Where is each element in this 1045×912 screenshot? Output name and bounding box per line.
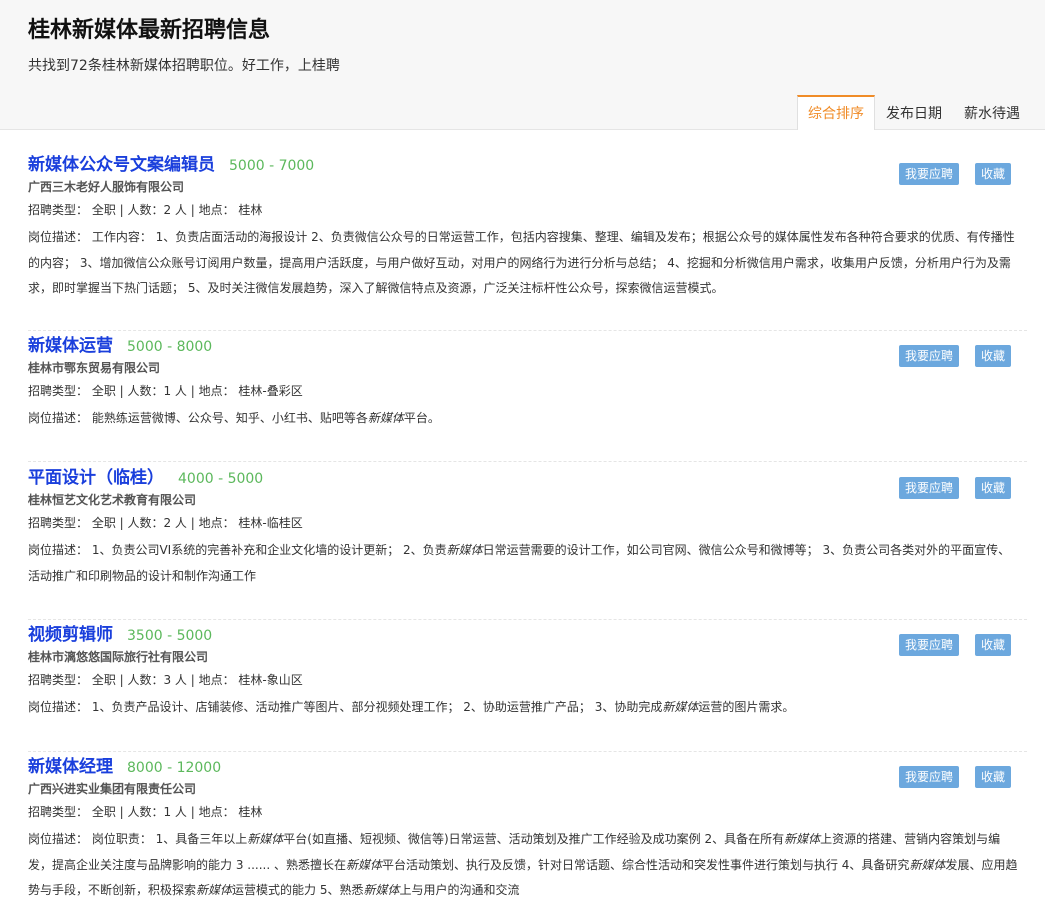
apply-button[interactable]: 我要应聘 <box>898 634 959 656</box>
job-actions: 我要应聘 收藏 <box>883 634 1011 656</box>
job-description: 岗位描述： 能熟练运营微博、公众号、知乎、小红书、贴吧等各新媒体平台。 <box>28 411 440 425</box>
job-item: 新媒体运营 5000 - 8000 桂林市鄂东贸易有限公司 招聘类型： 全职 |… <box>0 331 1045 462</box>
job-salary: 5000 - 8000 <box>127 339 213 355</box>
company-name: 桂林恒艺文化艺术教育有限公司 <box>28 493 197 507</box>
job-title-link[interactable]: 平面设计（临桂） <box>28 463 164 488</box>
sort-tabs: 综合排序 发布日期 薪水待遇 <box>797 95 1031 130</box>
highlight-keyword: 新媒体 <box>446 543 483 557</box>
page-subtitle: 共找到72条桂林新媒体招聘职位。好工作，上桂聘 <box>28 58 340 74</box>
highlight-keyword: 新媒体 <box>247 832 284 846</box>
job-meta: 招聘类型： 全职 | 人数：2 人 | 地点： 桂林 <box>28 203 263 217</box>
tab-salary[interactable]: 薪水待遇 <box>953 96 1031 130</box>
apply-button[interactable]: 我要应聘 <box>898 163 959 185</box>
job-description: 岗位描述： 工作内容： 1、负责店面活动的海报设计 2、负责微信公众号的日常运营… <box>28 230 1015 295</box>
job-item: 平面设计（临桂） 4000 - 5000 桂林恒艺文化艺术教育有限公司 招聘类型… <box>0 463 1045 620</box>
favorite-button[interactable]: 收藏 <box>974 163 1011 185</box>
highlight-keyword: 新媒体 <box>909 857 946 872</box>
job-description: 岗位描述： 1、负责产品设计、店铺装修、活动推广等图片、部分视频处理工作； 2、… <box>28 700 795 714</box>
tab-publish-date[interactable]: 发布日期 <box>875 96 953 130</box>
company-name: 桂林市鄂东贸易有限公司 <box>28 361 161 375</box>
page-header: 桂林新媒体最新招聘信息 共找到72条桂林新媒体招聘职位。好工作，上桂聘 综合排序… <box>0 0 1045 130</box>
favorite-button[interactable]: 收藏 <box>974 766 1011 788</box>
apply-button[interactable]: 我要应聘 <box>898 477 959 499</box>
job-actions: 我要应聘 收藏 <box>883 163 1011 185</box>
favorite-button[interactable]: 收藏 <box>974 345 1011 367</box>
job-description: 岗位描述： 岗位职责： 1、具备三年以上新媒体平台(如直播、短视频、微信等)日常… <box>28 832 1018 897</box>
company-name: 广西三木老好人服饰有限公司 <box>28 180 185 194</box>
job-title-link[interactable]: 新媒体经理 <box>28 752 113 777</box>
job-meta: 招聘类型： 全职 | 人数：3 人 | 地点： 桂林-象山区 <box>28 673 303 687</box>
job-actions: 我要应聘 收藏 <box>883 345 1011 367</box>
page-title: 桂林新媒体最新招聘信息 <box>28 18 271 43</box>
apply-button[interactable]: 我要应聘 <box>898 345 959 367</box>
favorite-button[interactable]: 收藏 <box>974 477 1011 499</box>
favorite-button[interactable]: 收藏 <box>974 634 1011 656</box>
job-salary: 3500 - 5000 <box>127 628 213 644</box>
job-title-link[interactable]: 视频剪辑师 <box>28 620 113 645</box>
job-salary: 5000 - 7000 <box>229 158 315 174</box>
highlight-keyword: 新媒体 <box>345 857 382 872</box>
highlight-keyword: 新媒体 <box>367 411 404 425</box>
job-salary: 8000 - 12000 <box>127 760 222 776</box>
job-item: 新媒体经理 8000 - 12000 广西兴进实业集团有限责任公司 招聘类型： … <box>0 752 1045 912</box>
job-actions: 我要应聘 收藏 <box>883 766 1011 788</box>
job-title-link[interactable]: 新媒体运营 <box>28 331 113 356</box>
job-title-link[interactable]: 新媒体公众号文案编辑员 <box>28 150 215 175</box>
job-meta: 招聘类型： 全职 | 人数：1 人 | 地点： 桂林-叠彩区 <box>28 384 303 398</box>
job-meta: 招聘类型： 全职 | 人数：1 人 | 地点： 桂林 <box>28 805 263 819</box>
job-description: 岗位描述： 1、负责公司VI系统的完善补充和企业文化墙的设计更新； 2、负责新媒… <box>28 543 1011 583</box>
highlight-keyword: 新媒体 <box>196 883 233 897</box>
company-name: 广西兴进实业集团有限责任公司 <box>28 782 197 796</box>
tab-comprehensive-sort[interactable]: 综合排序 <box>797 95 875 130</box>
job-meta: 招聘类型： 全职 | 人数：2 人 | 地点： 桂林-临桂区 <box>28 516 303 530</box>
company-name: 桂林市漓悠悠国际旅行社有限公司 <box>28 650 209 664</box>
highlight-keyword: 新媒体 <box>363 883 400 897</box>
apply-button[interactable]: 我要应聘 <box>898 766 959 788</box>
divider <box>28 461 1027 462</box>
job-item: 视频剪辑师 3500 - 5000 桂林市漓悠悠国际旅行社有限公司 招聘类型： … <box>0 620 1045 752</box>
highlight-keyword: 新媒体 <box>784 832 821 846</box>
highlight-keyword: 新媒体 <box>662 700 699 714</box>
job-item: 新媒体公众号文案编辑员 5000 - 7000 广西三木老好人服饰有限公司 招聘… <box>0 150 1045 331</box>
job-salary: 4000 - 5000 <box>178 471 264 487</box>
job-actions: 我要应聘 收藏 <box>883 477 1011 499</box>
